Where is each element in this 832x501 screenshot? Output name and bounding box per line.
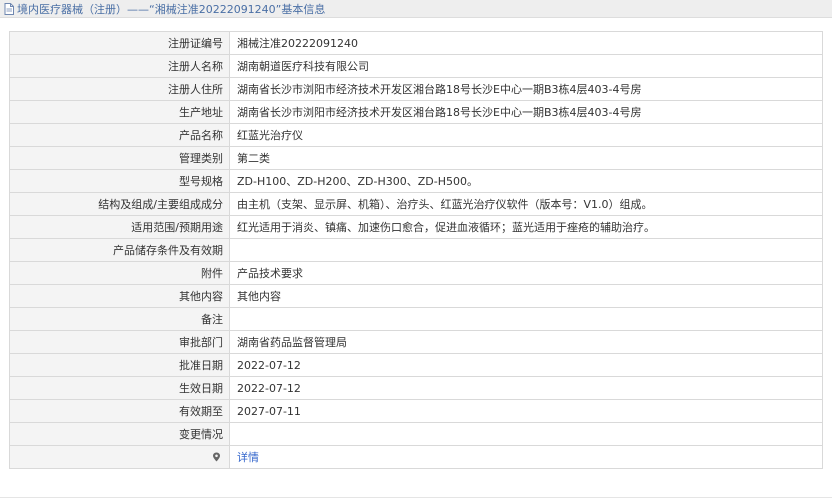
row-label: 注册人住所 [9,77,230,101]
bottom-divider [0,497,832,498]
document-icon [4,2,14,15]
table-row: 变更情况 [9,422,823,446]
table-row: 生效日期 2022-07-12 [9,376,823,400]
details-link[interactable]: 详情 [237,451,259,464]
row-value: ZD-H100、ZD-H200、ZD-H300、ZD-H500。 [229,169,823,193]
table-row: 产品名称 红蓝光治疗仪 [9,123,823,147]
row-label: 变更情况 [9,422,230,446]
row-value: 第二类 [229,146,823,170]
page: 境内医疗器械（注册）——“湘械注准20222091240”基本信息 注册证编号 … [0,0,832,501]
row-value: 湖南省药品监督管理局 [229,330,823,354]
row-label: 适用范围/预期用途 [9,215,230,239]
row-label: 批准日期 [9,353,230,377]
table-row: 产品储存条件及有效期 [9,238,823,262]
table-row: 有效期至 2027-07-11 [9,399,823,423]
row-value [229,307,823,331]
row-value: 红蓝光治疗仪 [229,123,823,147]
row-label: 型号规格 [9,169,230,193]
row-label: 审批部门 [9,330,230,354]
row-value: 湖南朝道医疗科技有限公司 [229,54,823,78]
row-value: 由主机（支架、显示屏、机箱）、治疗头、红蓝光治疗仪软件（版本号：V1.0）组成。 [229,192,823,216]
table-row: 注册证编号 湘械注准20222091240 [9,31,823,55]
table-row: 生产地址 湖南省长沙市浏阳市经济技术开发区湘台路18号长沙E中心一期B3栋4层4… [9,100,823,124]
table-row: 其他内容 其他内容 [9,284,823,308]
info-table-body: 注册证编号 湘械注准20222091240 注册人名称 湖南朝道医疗科技有限公司… [9,31,823,469]
row-value: 产品技术要求 [229,261,823,285]
table-row: 注册人住所 湖南省长沙市浏阳市经济技术开发区湘台路18号长沙E中心一期B3栋4层… [9,77,823,101]
row-label: 备注 [9,307,230,331]
row-label: 结构及组成/主要组成成分 [9,192,230,216]
row-value: 2027-07-11 [229,399,823,423]
row-value: 其他内容 [229,284,823,308]
table-row: 注册人名称 湖南朝道医疗科技有限公司 [9,54,823,78]
map-pin-icon [212,452,221,462]
row-label: 附件 [9,261,230,285]
table-row: 结构及组成/主要组成成分 由主机（支架、显示屏、机箱）、治疗头、红蓝光治疗仪软件… [9,192,823,216]
row-value [229,422,823,446]
table-row: 型号规格 ZD-H100、ZD-H200、ZD-H300、ZD-H500。 [9,169,823,193]
table-row: 审批部门 湖南省药品监督管理局 [9,330,823,354]
row-value: 湖南省长沙市浏阳市经济技术开发区湘台路18号长沙E中心一期B3栋4层403-4号… [229,100,823,124]
table-row: 适用范围/预期用途 红光适用于消炎、镇痛、加速伤口愈合，促进血液循环；蓝光适用于… [9,215,823,239]
row-label: 生产地址 [9,100,230,124]
info-table-wrapper: 注册证编号 湘械注准20222091240 注册人名称 湖南朝道医疗科技有限公司… [9,31,823,469]
row-value: 湘械注准20222091240 [229,31,823,55]
table-row: 管理类别 第二类 [9,146,823,170]
row-value [229,238,823,262]
row-label [9,445,230,469]
row-label: 注册人名称 [9,54,230,78]
table-row: 批准日期 2022-07-12 [9,353,823,377]
row-value: 详情 [229,445,823,469]
row-label: 产品名称 [9,123,230,147]
page-title: 境内医疗器械（注册）——“湘械注准20222091240”基本信息 [17,2,326,16]
row-value: 2022-07-12 [229,376,823,400]
row-value: 红光适用于消炎、镇痛、加速伤口愈合，促进血液循环；蓝光适用于痤疮的辅助治疗。 [229,215,823,239]
row-label: 其他内容 [9,284,230,308]
row-label: 管理类别 [9,146,230,170]
row-value: 湖南省长沙市浏阳市经济技术开发区湘台路18号长沙E中心一期B3栋4层403-4号… [229,77,823,101]
row-value: 2022-07-12 [229,353,823,377]
row-label: 有效期至 [9,399,230,423]
table-row: 备注 [9,307,823,331]
header-bar: 境内医疗器械（注册）——“湘械注准20222091240”基本信息 [0,0,832,18]
table-row: 附件 产品技术要求 [9,261,823,285]
row-label: 生效日期 [9,376,230,400]
row-label: 产品储存条件及有效期 [9,238,230,262]
row-label: 注册证编号 [9,31,230,55]
info-table: 注册证编号 湘械注准20222091240 注册人名称 湖南朝道医疗科技有限公司… [9,31,823,469]
table-row-details: 详情 [9,445,823,469]
